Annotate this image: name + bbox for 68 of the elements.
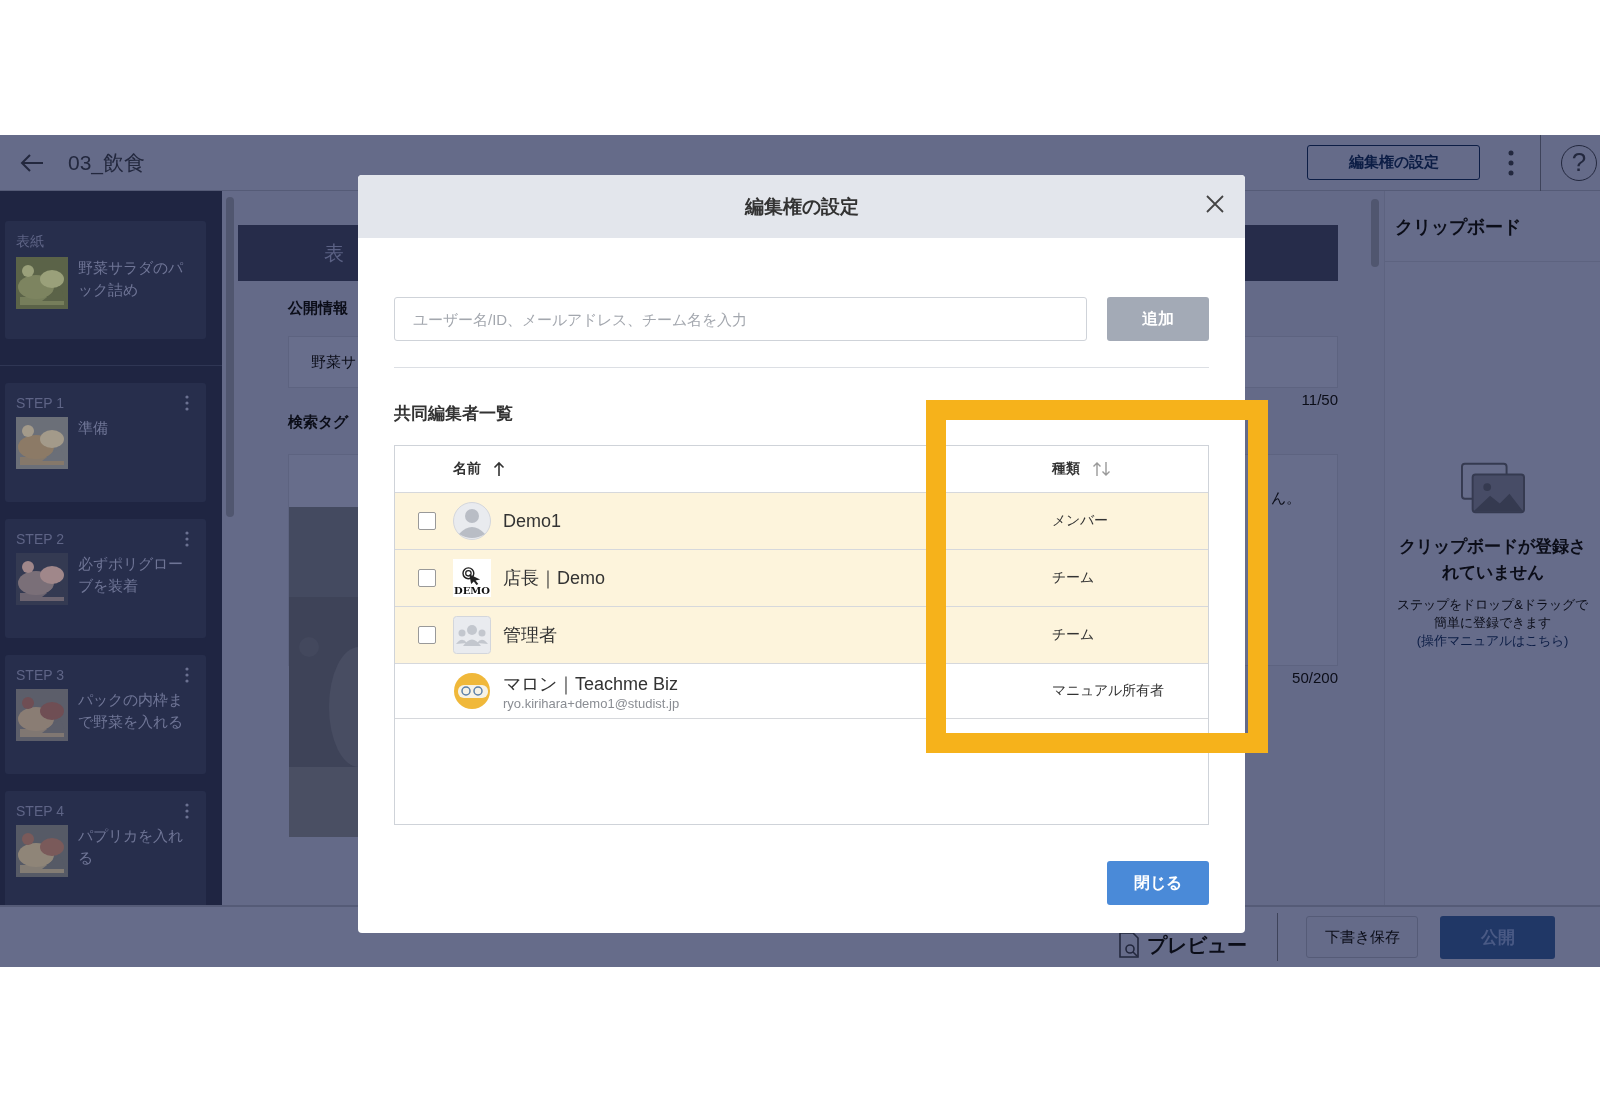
card-title: 野菜サラダのパック詰め xyxy=(78,258,184,300)
card-label: 表紙 xyxy=(16,233,45,251)
description-text: ん。 xyxy=(1271,489,1301,508)
sort-up-icon[interactable] xyxy=(493,461,505,477)
table-row[interactable]: Demo1 メンバー xyxy=(395,493,1208,550)
empty-message: クリップボードが登録されていません xyxy=(1398,536,1587,584)
column-header[interactable]: 種類 xyxy=(1052,460,1080,478)
close-button[interactable]: 閉じる xyxy=(1107,861,1209,905)
team-logo: DEMO xyxy=(453,559,491,597)
more-icon[interactable] xyxy=(185,667,189,683)
more-icon[interactable] xyxy=(185,395,189,411)
edit-permission-button[interactable]: 編集権の設定 xyxy=(1307,145,1480,180)
column-header[interactable]: 名前 xyxy=(453,460,481,478)
member-type: チーム xyxy=(1052,626,1094,644)
card-title: 準備 xyxy=(78,418,109,438)
search-field[interactable]: ユーザー名/ID、メールアドレス、チーム名を入力 xyxy=(394,297,1087,341)
section-title: 共同編集者一覧 xyxy=(394,403,514,425)
field-label: 公開情報 xyxy=(288,299,348,318)
card-title: パプリカを入れる xyxy=(78,826,184,868)
character-counter: 11/50 xyxy=(1301,391,1338,408)
step-card[interactable]: STEP 4 パプリカを入れる xyxy=(5,791,206,905)
member-type: マニュアル所有者 xyxy=(1052,682,1164,700)
group-avatar-icon xyxy=(453,616,491,654)
step-label: STEP 4 xyxy=(16,803,64,819)
more-icon[interactable] xyxy=(1508,149,1514,176)
preview-label: プレビュー xyxy=(1147,932,1247,958)
document-search-icon xyxy=(1119,932,1139,958)
preview-button[interactable]: プレビュー xyxy=(1119,931,1247,959)
step-card[interactable]: STEP 3 パックの内枠まで野菜を入れる xyxy=(5,655,206,774)
panel-title: クリップボード xyxy=(1385,191,1600,262)
step-label: STEP 3 xyxy=(16,667,64,683)
images-icon xyxy=(1460,462,1525,514)
step-label: STEP 1 xyxy=(16,395,64,411)
step-card[interactable]: STEP 1 準備 xyxy=(5,383,206,502)
table-row[interactable]: 管理者 チーム xyxy=(395,607,1208,664)
avatar-icon xyxy=(453,502,491,540)
scrollbar[interactable] xyxy=(226,197,234,517)
manual-link[interactable]: (操作マニュアルはこちら) xyxy=(1416,633,1569,648)
avatar-icon xyxy=(453,672,491,710)
cover-card[interactable]: 表紙 野菜サラダのパック詰め xyxy=(5,221,206,339)
step-card[interactable]: STEP 2 必ずポリグローブを装着 xyxy=(5,519,206,638)
scrollbar[interactable] xyxy=(1371,199,1379,267)
save-draft-button[interactable]: 下書き保存 xyxy=(1306,916,1418,958)
user-name: 店長｜Demo xyxy=(503,567,605,590)
dialog-title: 編集権の設定 xyxy=(744,194,859,219)
user-email: ryo.kirihara+demo1@studist.jp xyxy=(503,695,680,711)
step-label: STEP 2 xyxy=(16,531,64,547)
card-title: パックの内枠まで野菜を入れる xyxy=(78,690,184,732)
table-row[interactable]: マロン｜Teachme Biz ryo.kirihara+demo1@studist.jp マニュアル所有者 xyxy=(395,664,1208,719)
checkbox[interactable] xyxy=(418,512,436,530)
user-name: Demo1 xyxy=(503,510,562,532)
member-type: チーム xyxy=(1052,569,1094,587)
back-arrow-icon[interactable] xyxy=(20,152,44,173)
checkbox[interactable] xyxy=(418,569,436,587)
sort-icon[interactable] xyxy=(1092,461,1112,477)
field-label: 検索タグ xyxy=(288,413,348,432)
user-name: 管理者 xyxy=(503,624,557,647)
user-name: マロン｜Teachme Biz xyxy=(503,672,680,696)
character-counter: 50/200 xyxy=(1292,669,1338,686)
card-title: 必ずポリグローブを装着 xyxy=(78,554,184,596)
more-icon[interactable] xyxy=(185,803,189,819)
close-icon[interactable] xyxy=(1205,194,1225,214)
more-icon[interactable] xyxy=(185,531,189,547)
document-title: 03_飲食 xyxy=(68,149,146,177)
empty-hint: ステップをドロップ&ドラッグで簡単に登録できます (操作マニュアルはこちら) xyxy=(1396,596,1589,650)
member-type: メンバー xyxy=(1052,512,1108,530)
table-row[interactable]: DEMO 店長｜Demo チーム xyxy=(395,550,1208,607)
checkbox[interactable] xyxy=(418,626,436,644)
